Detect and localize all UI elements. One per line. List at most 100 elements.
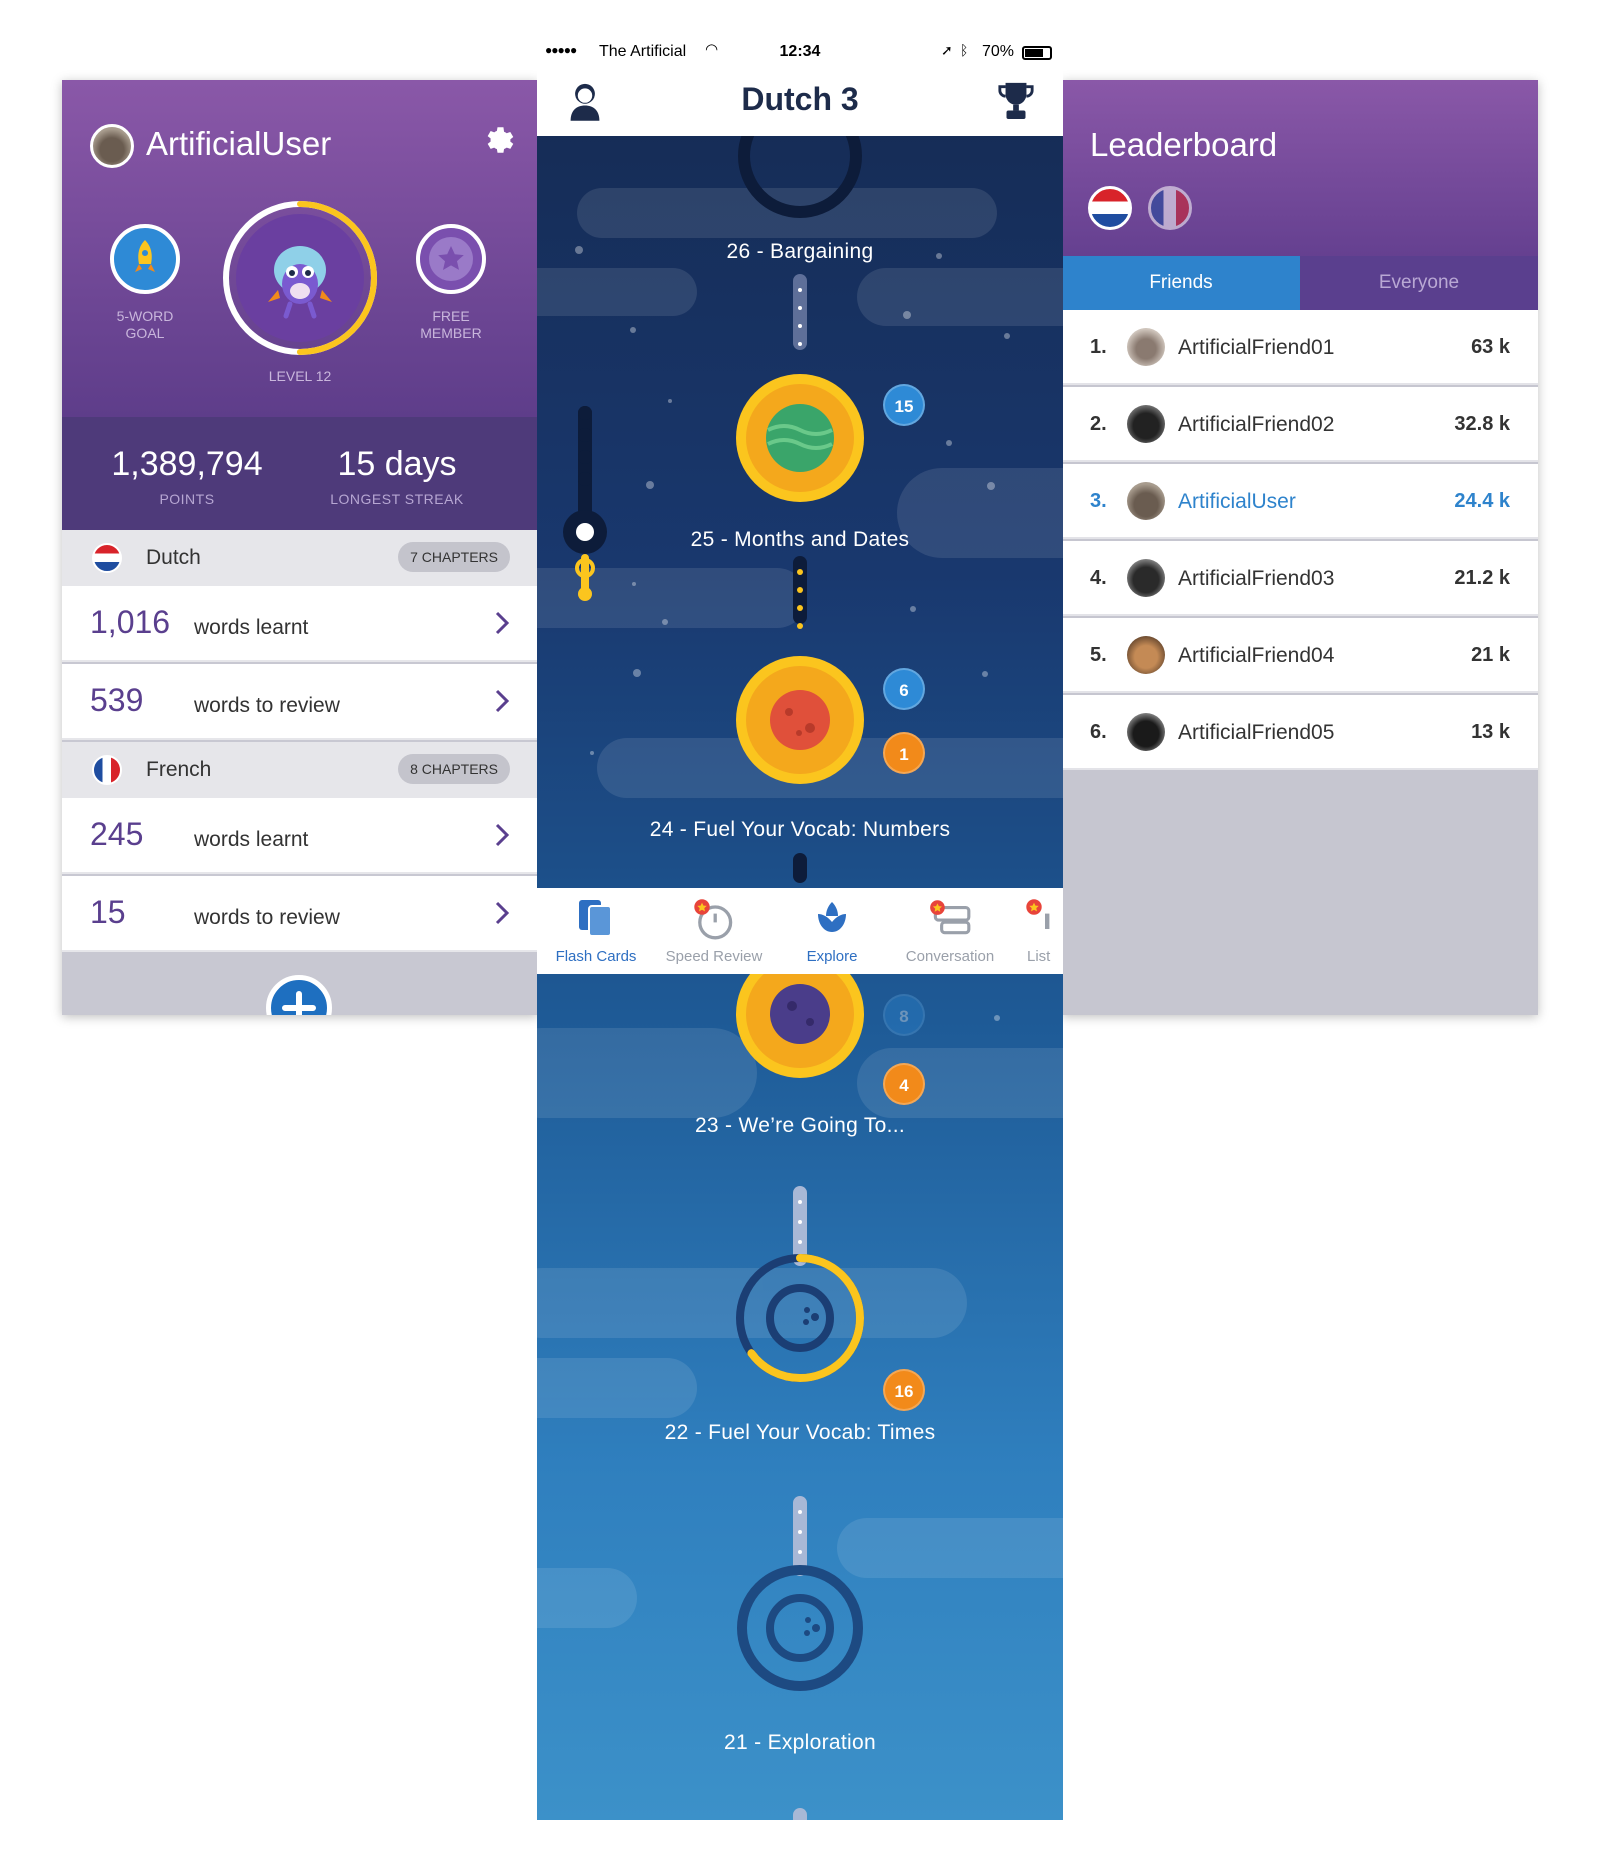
score: 32.8 k bbox=[1454, 413, 1510, 435]
member-caption: FREE MEMBER bbox=[420, 308, 482, 341]
explore-icon bbox=[818, 902, 846, 932]
words-learnt-row[interactable]: 245 words learnt bbox=[62, 798, 538, 874]
leaderboard-row-current-user[interactable]: 3. ArtificialUser 24.4 k bbox=[1062, 464, 1538, 539]
level-ring bbox=[223, 201, 377, 355]
netherlands-flag-icon[interactable] bbox=[1088, 186, 1132, 230]
member-badge[interactable] bbox=[416, 224, 486, 294]
tab-label: Speed Review bbox=[665, 948, 763, 965]
planet-24-icon bbox=[736, 656, 864, 784]
words-learnt-label: words learnt bbox=[194, 828, 309, 851]
lesson-title[interactable]: 21 - Exploration bbox=[537, 1731, 1063, 1755]
rank: 1. bbox=[1090, 336, 1107, 358]
user-avatar[interactable] bbox=[90, 124, 134, 168]
friend-name: ArtificialFriend04 bbox=[1178, 644, 1335, 667]
words-to-review-row[interactable]: 539 words to review bbox=[62, 664, 538, 740]
leaderboard-header: Leaderboard bbox=[1062, 80, 1538, 256]
nav-bar: Dutch 3 bbox=[537, 66, 1063, 136]
leaderboard-row[interactable]: 1. ArtificialFriend01 63 k bbox=[1062, 310, 1538, 385]
chapters-chip: 8 CHAPTERS bbox=[398, 754, 510, 784]
profile-header: ArtificialUser 5-WORD GOAL LEVEL 12 FREE… bbox=[62, 80, 538, 417]
lesson-title[interactable]: 26 - Bargaining bbox=[537, 240, 1063, 264]
words-review-value: 539 bbox=[90, 682, 144, 718]
status-bar: ●●●●● The Artificial ◠ 12:34 ➚ ᛒ 70% bbox=[537, 38, 1063, 66]
tab-conversation[interactable]: Conversation bbox=[891, 888, 1009, 974]
score: 24.4 k bbox=[1454, 490, 1510, 512]
tab-label: List bbox=[1027, 948, 1051, 965]
words-review-label: words to review bbox=[194, 906, 340, 929]
tab-label: Explore bbox=[806, 948, 858, 965]
bottom-tab-bar: Flash Cards Speed Review Explore Convers… bbox=[537, 888, 1063, 974]
tab-flash-cards[interactable]: Flash Cards bbox=[537, 888, 655, 974]
settings-gear-icon[interactable] bbox=[482, 124, 516, 158]
bluetooth-icon: ᛒ bbox=[960, 42, 969, 58]
france-flag-icon bbox=[92, 755, 122, 785]
words-learnt-row[interactable]: 1,016 words learnt bbox=[62, 586, 538, 662]
rocket-icon bbox=[135, 240, 155, 272]
leaderboard-panel: Leaderboard Friends Everyone 1. Artifici… bbox=[1062, 80, 1538, 1015]
star-icon bbox=[429, 237, 473, 281]
review-count-badge[interactable]: 15 bbox=[883, 384, 925, 426]
list-icon bbox=[1026, 899, 1050, 929]
tab-everyone[interactable]: Everyone bbox=[1300, 256, 1538, 310]
new-count-badge[interactable]: 16 bbox=[883, 1369, 925, 1411]
friend-name: ArtificialFriend01 bbox=[1178, 336, 1335, 359]
language-row-dutch[interactable]: Dutch 7 CHAPTERS bbox=[62, 530, 538, 586]
flash-cards-icon bbox=[579, 900, 612, 937]
chevron-right-icon bbox=[495, 901, 510, 925]
chevron-right-icon bbox=[495, 823, 510, 847]
add-language-button[interactable] bbox=[266, 975, 332, 1015]
friend-name: ArtificialFriend02 bbox=[1178, 413, 1335, 436]
stats-strip: 1,389,794 POINTS 15 days LONGEST STREAK bbox=[62, 417, 538, 530]
rank: 2. bbox=[1090, 413, 1107, 435]
review-count-badge[interactable]: 8 bbox=[883, 994, 925, 1036]
friend-avatar bbox=[1127, 559, 1165, 597]
review-count-badge[interactable]: 6 bbox=[883, 668, 925, 710]
lesson-title[interactable]: 24 - Fuel Your Vocab: Numbers bbox=[537, 818, 1063, 842]
leaderboard-row[interactable]: 5. ArtificialFriend04 21 k bbox=[1062, 618, 1538, 693]
friend-name: ArtificialFriend03 bbox=[1178, 567, 1335, 590]
rank: 3. bbox=[1090, 490, 1107, 512]
course-title: Dutch 3 bbox=[741, 81, 859, 117]
leaderboard-row[interactable]: 4. ArtificialFriend03 21.2 k bbox=[1062, 541, 1538, 616]
score: 21 k bbox=[1471, 644, 1510, 666]
leaderboard-row[interactable]: 6. ArtificialFriend05 13 k bbox=[1062, 695, 1538, 770]
language-row-french[interactable]: French 8 CHAPTERS bbox=[62, 742, 538, 798]
leaderboard-title: Leaderboard bbox=[1090, 126, 1278, 163]
words-to-review-row[interactable]: 15 words to review bbox=[62, 876, 538, 952]
words-review-value: 15 bbox=[90, 894, 126, 930]
lesson-title[interactable]: 25 - Months and Dates bbox=[537, 528, 1063, 552]
tab-label: Flash Cards bbox=[555, 948, 637, 965]
tab-speed-review[interactable]: Speed Review bbox=[655, 888, 773, 974]
tab-list[interactable]: List bbox=[1009, 888, 1063, 974]
words-learnt-value: 1,016 bbox=[90, 604, 171, 640]
friend-avatar bbox=[1127, 713, 1165, 751]
trophy-icon[interactable] bbox=[997, 78, 1035, 122]
conversation-icon bbox=[930, 900, 971, 935]
tab-friends[interactable]: Friends bbox=[1062, 256, 1300, 310]
goal-badge[interactable] bbox=[110, 224, 180, 294]
stopwatch-icon bbox=[694, 899, 733, 940]
language-name: French bbox=[146, 758, 212, 781]
france-flag-icon[interactable] bbox=[1148, 186, 1192, 230]
netherlands-flag-icon bbox=[92, 543, 122, 573]
words-learnt-value: 245 bbox=[90, 816, 144, 852]
rank: 6. bbox=[1090, 721, 1107, 743]
lesson-title[interactable]: 22 - Fuel Your Vocab: Times bbox=[537, 1421, 1063, 1445]
goal-caption: 5-WORD GOAL bbox=[116, 308, 174, 341]
score: 13 k bbox=[1471, 721, 1510, 743]
rank: 4. bbox=[1090, 567, 1107, 589]
new-count-badge[interactable]: 1 bbox=[883, 732, 925, 774]
lesson-title[interactable]: 23 - We’re Going To... bbox=[537, 1114, 1063, 1138]
score: 21.2 k bbox=[1454, 567, 1510, 589]
leaderboard-row[interactable]: 2. ArtificialFriend02 32.8 k bbox=[1062, 387, 1538, 462]
friend-avatar bbox=[1127, 328, 1165, 366]
friend-avatar bbox=[1127, 405, 1165, 443]
score: 63 k bbox=[1471, 336, 1510, 358]
tab-explore[interactable]: Explore bbox=[773, 888, 891, 974]
friend-name: ArtificialFriend05 bbox=[1178, 721, 1335, 744]
profile-username: ArtificialUser bbox=[146, 125, 332, 162]
chapters-chip: 7 CHAPTERS bbox=[398, 542, 510, 572]
new-count-badge[interactable]: 4 bbox=[883, 1063, 925, 1105]
points-label: POINTS bbox=[159, 491, 215, 507]
language-name: Dutch bbox=[146, 546, 201, 569]
